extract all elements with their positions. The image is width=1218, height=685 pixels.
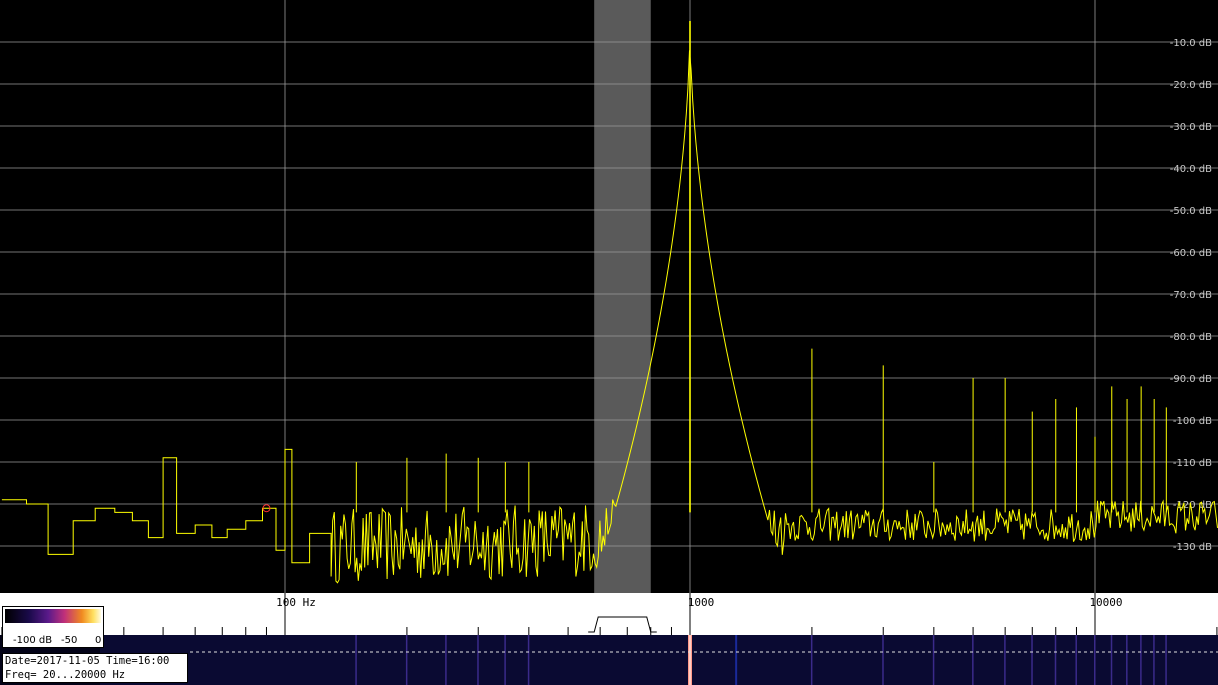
y-tick-label: -60.0 dB (1170, 248, 1212, 259)
waterfall-line (445, 635, 447, 685)
waterfall-line (355, 635, 357, 685)
colorbar-label-mid: -50 (61, 635, 78, 646)
waterfall-line (735, 635, 738, 685)
waterfall-line (504, 635, 506, 685)
colorbar-label-max: 0 (95, 635, 102, 646)
spectrum-plot[interactable]: -10.0 dB -20.0 dB -30.0 dB -40.0 dB -50.0 dB… (0, 0, 1218, 593)
waterfall-line (1140, 635, 1142, 685)
waterfall-line (1075, 635, 1077, 685)
colorbar-gradient (5, 609, 101, 623)
y-tick-label: -130 dB (1173, 542, 1212, 553)
x-tick-label: 1000 (688, 596, 715, 609)
waterfall-line (1094, 635, 1096, 685)
y-tick-label: -100 dB (1173, 416, 1212, 427)
waterfall-line (810, 635, 813, 685)
colorbar-legend: -100 dB -50 0 (2, 606, 104, 648)
x-tick-label: 100 Hz (276, 596, 316, 609)
waterfall-line (1004, 635, 1006, 685)
info-frequency-range: Freq= 20...20000 Hz (5, 669, 126, 681)
waterfall-line (1031, 635, 1033, 685)
waterfall-line (527, 635, 530, 685)
y-tick-label: -30.0 dB (1170, 122, 1212, 133)
y-tick-label: -90.0 dB (1170, 374, 1212, 385)
y-tick-label: -50.0 dB (1170, 206, 1212, 217)
y-tick-label: -40.0 dB (1170, 164, 1212, 175)
y-tick-label: -20.0 dB (1170, 80, 1212, 91)
info-date-time: Date=2017-11-05 Time=16:00 (5, 655, 170, 667)
waterfall-line (477, 635, 479, 685)
y-tick-label: -10.0 dB (1170, 38, 1212, 49)
band-bracket[interactable] (588, 616, 657, 633)
y-tick-label: -110 dB (1173, 458, 1212, 469)
waterfall-line (882, 635, 884, 685)
waterfall-line (405, 635, 408, 685)
waterfall-noise-band (100, 635, 1218, 685)
colorbar-label-min: -100 dB (13, 635, 53, 646)
waterfall-line (1165, 635, 1167, 685)
y-tick-label: -70.0 dB (1170, 290, 1212, 301)
waterfall-line (1153, 635, 1155, 685)
waterfall-line (1054, 635, 1057, 685)
waterfall-line (1126, 635, 1128, 685)
waterfall-line (1110, 635, 1113, 685)
info-box: Date=2017-11-05 Time=16:00 Freq= 20...20… (2, 653, 188, 683)
waterfall-line (972, 635, 974, 685)
waterfall-line (932, 635, 935, 685)
y-tick-label: -80.0 dB (1170, 332, 1212, 343)
frequency-axis: 100 Hz 1000 10000 (0, 593, 1218, 635)
x-tick-label: 10000 (1089, 596, 1122, 609)
